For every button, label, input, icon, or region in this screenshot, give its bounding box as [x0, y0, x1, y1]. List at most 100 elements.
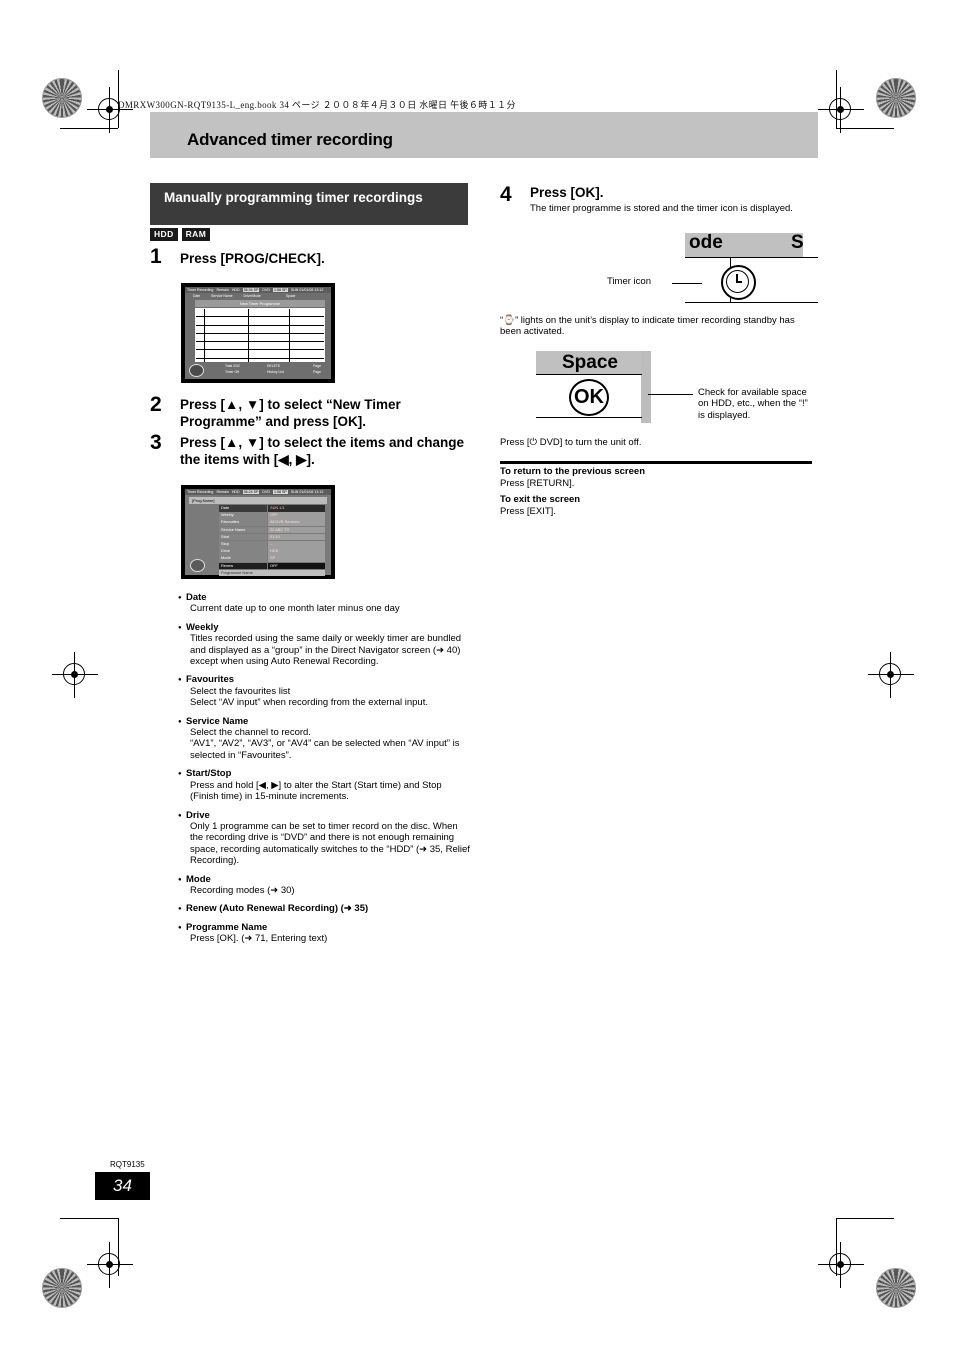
footer-code: RQT9135	[110, 1160, 145, 1169]
setting-row-stop[interactable]: Stop --	[219, 540, 325, 548]
screen1-page-down[interactable]: Page	[313, 370, 321, 374]
table-row[interactable]	[196, 309, 324, 318]
screen2-hdd-label: HDD	[231, 490, 240, 494]
step-3-number: 3	[150, 431, 162, 454]
step-4-text: Press [OK].	[530, 185, 604, 200]
list-item: Date Current date up to one month later …	[178, 592, 470, 615]
screen2-datetime: SUN 01/01/08 13:12	[290, 490, 324, 494]
setting-row-programme-name[interactable]: Programme Name	[219, 569, 325, 577]
return-title: To return to the previous screen	[500, 466, 645, 477]
item-term: Favourites	[186, 674, 235, 686]
setting-row-weekly[interactable]: Weekly OFF	[219, 512, 325, 519]
screen1-col-drivemode: Drive/Mode	[243, 294, 261, 298]
clock-icon	[726, 270, 749, 293]
panel-header-s: S	[791, 232, 804, 253]
registration-mark-left	[52, 652, 98, 698]
ok-badge: OK	[569, 379, 609, 416]
setting-row-start[interactable]: Start 01:10	[219, 533, 325, 541]
color-target-top-left	[42, 78, 82, 118]
screen2-dvd-value: 1:58 SP	[273, 490, 288, 494]
item-desc: “AV1”, “AV2”, “AV3”, or “AV4” can be sel…	[190, 738, 460, 761]
setting-value: SUN 1/1	[268, 505, 325, 512]
setting-value: 01:10	[268, 533, 325, 541]
list-item: Mode Recording modes (➜ 30)	[178, 874, 470, 897]
step-1-text: Press [PROG/CHECK].	[180, 251, 325, 266]
setting-value: All DVB Services	[268, 519, 325, 526]
screen1-dvd-label: DVD	[262, 288, 271, 292]
list-item: Weekly Titles recorded using the same da…	[178, 622, 470, 668]
step-3-text: Press [▲, ▼] to select the items and cha…	[180, 435, 465, 467]
item-desc: Only 1 programme can be set to timer rec…	[190, 820, 470, 867]
item-desc: Press and hold [◀, ▶] to alter the Start…	[190, 779, 442, 803]
color-target-bottom-left	[42, 1268, 82, 1308]
panel-timer-icon: ode S	[685, 232, 818, 303]
table-row[interactable]	[196, 342, 324, 351]
item-term: Date	[186, 592, 207, 603]
screen1-remain-label: Remain	[216, 288, 229, 292]
screen1-datetime: SUN 01/01/08 13:12	[290, 288, 324, 292]
setting-value: OFF	[268, 562, 325, 570]
screenshot-timer-recording-list: Timer Recording Remain HDD 36:34 SP DVD …	[181, 283, 335, 383]
item-term: Programme Name	[186, 921, 268, 933]
item-term: Weekly	[186, 621, 219, 633]
screen2-hdd-value: 36:24 SP	[242, 490, 260, 494]
screenshot-timer-programme-settings: Timer Recording Remain HDD 36:24 SP DVD …	[181, 485, 335, 579]
setting-value: --	[268, 540, 325, 548]
screen1-col-space: Space	[285, 294, 296, 298]
setting-row-drive[interactable]: Drive HDD	[219, 548, 325, 555]
screen2-settings-list: Date SUN 1/1 Weekly OFF Favourites All D…	[219, 505, 325, 577]
screen1-new-timer-programme-row[interactable]: New Timer Programme	[195, 300, 325, 307]
badge-hdd: HDD	[150, 228, 178, 241]
step-2-number: 2	[150, 393, 162, 416]
return-exit-block: To return to the previous screen Press […	[500, 466, 812, 518]
screen1-page-up[interactable]: Page	[313, 364, 321, 368]
registration-mark-right	[868, 652, 914, 698]
setting-label: Date	[219, 505, 267, 512]
list-item: Renew (Auto Renewal Recording) (➜ 35)	[178, 903, 470, 915]
color-target-bottom-right	[876, 1268, 916, 1308]
table-row[interactable]	[196, 325, 324, 334]
screen1-title: Timer Recording	[187, 288, 214, 292]
power-off-note: Press [⏻ DVD] to turn the unit off.	[500, 437, 642, 448]
table-row[interactable]	[196, 333, 324, 342]
screen1-hdd-value: 36:34 SP	[242, 288, 260, 292]
item-desc: Current date up to one month later minus…	[190, 603, 400, 615]
item-term: Service Name	[186, 715, 249, 727]
screen1-history-list[interactable]: History List	[267, 370, 284, 374]
list-item: Favourites Select the favourites list Se…	[178, 674, 470, 708]
item-desc: Select the favourites list	[190, 685, 291, 697]
screen1-col-date: Date	[193, 294, 201, 298]
item-term: Start/Stop	[186, 768, 232, 780]
book-header-line: DMRXW300GN-RQT9135-L_eng.book 34 ページ ２００…	[118, 100, 516, 110]
panel-header-ode: ode	[689, 232, 723, 253]
screen2-status-bar: Timer Recording Remain HDD 36:24 SP DVD …	[185, 489, 331, 495]
setting-label: Drive	[219, 548, 267, 555]
setting-row-favourites[interactable]: Favourites All DVB Services	[219, 519, 325, 526]
setting-row-renew[interactable]: Renew OFF	[219, 562, 325, 570]
screen1-total: Total 0/32	[225, 364, 240, 368]
exit-title: To exit the screen	[500, 494, 581, 505]
table-row[interactable]	[196, 317, 324, 326]
screen1-delete[interactable]: DELETE	[267, 364, 280, 368]
setting-label: Weekly	[219, 512, 267, 519]
screen2-title: Timer Recording	[187, 490, 214, 494]
timer-icon-callout: Timer icon	[607, 276, 651, 287]
setting-label: Stop	[219, 540, 267, 548]
setting-label: Favourites	[219, 519, 267, 526]
setting-value: OFF	[268, 512, 325, 519]
list-item: Start/Stop Press and hold [◀, ▶] to alte…	[178, 768, 470, 802]
setting-row-date[interactable]: Date SUN 1/1	[219, 505, 325, 512]
setting-value: HDD	[268, 548, 325, 555]
screen1-column-headers: Date Service Name Drive/Mode Space	[185, 293, 331, 299]
badge-ram: RAM	[181, 228, 211, 241]
remote-hint-icon	[189, 364, 204, 377]
list-item: Programme Name Press [OK]. (➜ 71, Enteri…	[178, 922, 470, 945]
setting-row-mode[interactable]: Mode SP	[219, 555, 325, 562]
list-item: Drive Only 1 programme can be set to tim…	[178, 810, 470, 867]
table-row[interactable]	[196, 350, 324, 359]
media-badges: HDD RAM	[150, 228, 211, 241]
screen2-prog-name-tab[interactable]: [Prog.Name]	[189, 496, 327, 504]
setting-label: Renew	[219, 562, 267, 570]
setting-value: SP	[268, 555, 325, 562]
setting-row-service-name[interactable]: Service Name 22 ABC TV	[219, 526, 325, 534]
